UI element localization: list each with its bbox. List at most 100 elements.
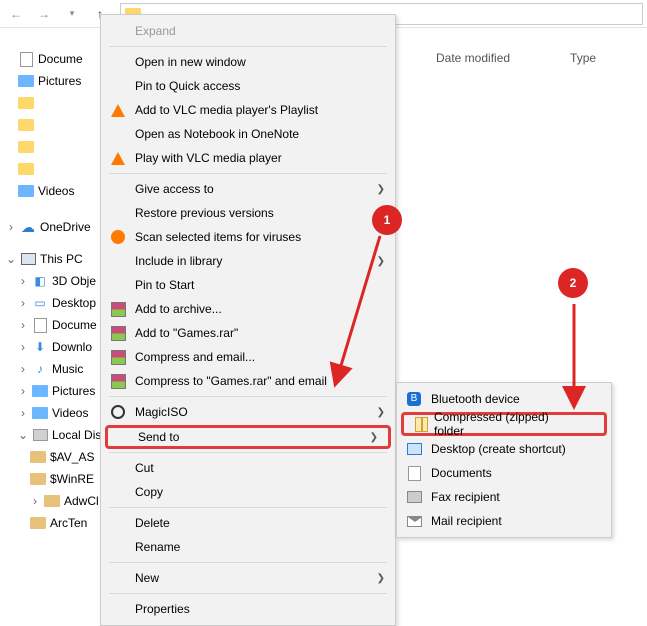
tree-item-videos2[interactable]: ›Videos xyxy=(0,402,100,424)
separator xyxy=(109,452,387,453)
tree-item-winre[interactable]: $WinRE xyxy=(0,468,100,490)
download-icon: ⬇ xyxy=(32,339,48,355)
objects-icon: ◧ xyxy=(32,273,48,289)
sendto-fax[interactable]: Fax recipient xyxy=(397,485,611,509)
ctx-play-vlc[interactable]: Play with VLC media player xyxy=(101,146,395,170)
videos-icon xyxy=(18,185,34,197)
ctx-cut[interactable]: Cut xyxy=(101,456,395,480)
avast-icon xyxy=(111,230,125,244)
tree-item-unnamed-4[interactable] xyxy=(0,158,100,180)
bluetooth-icon: B xyxy=(407,392,421,406)
tree-item-unnamed-2[interactable] xyxy=(0,114,100,136)
zip-icon xyxy=(415,417,428,432)
sendto-mail[interactable]: Mail recipient xyxy=(397,509,611,533)
ctx-give-access[interactable]: Give access to❯ xyxy=(101,177,395,201)
tree-item-arcten[interactable]: ArcTen xyxy=(0,512,100,534)
folder-icon xyxy=(30,517,46,529)
tree-item-unnamed-3[interactable] xyxy=(0,136,100,158)
ctx-restore-versions[interactable]: Restore previous versions xyxy=(101,201,395,225)
tree-item-pictures2[interactable]: ›Pictures xyxy=(0,380,100,402)
sendto-bluetooth[interactable]: BBluetooth device xyxy=(397,387,611,411)
videos-icon xyxy=(32,407,48,419)
separator xyxy=(109,396,387,397)
chevron-right-icon: ❯ xyxy=(370,432,378,443)
vlc-icon xyxy=(111,104,125,117)
ctx-add-archive[interactable]: Add to archive... xyxy=(101,297,395,321)
tree-item-avast[interactable]: $AV_AS xyxy=(0,446,100,468)
tree-item-localdisk[interactable]: ⌄Local Dis xyxy=(0,424,100,446)
separator xyxy=(109,173,387,174)
ctx-pin-start[interactable]: Pin to Start xyxy=(101,273,395,297)
folder-icon xyxy=(30,451,46,463)
ctx-expand: Expand xyxy=(101,19,395,43)
ctx-delete[interactable]: Delete xyxy=(101,511,395,535)
folder-icon xyxy=(44,495,60,507)
ctx-compress-rar-email[interactable]: Compress to "Games.rar" and email xyxy=(101,369,395,393)
tree-item-pictures[interactable]: Pictures xyxy=(0,70,100,92)
separator xyxy=(109,507,387,508)
folder-icon xyxy=(18,141,34,153)
sendto-submenu: BBluetooth device Compressed (zipped) fo… xyxy=(396,382,612,538)
tree-item-desktop[interactable]: ›▭Desktop xyxy=(0,292,100,314)
sendto-compressed-folder[interactable]: Compressed (zipped) folder xyxy=(401,412,607,436)
nav-tree: Docume Pictures Videos ›☁OneDrive ⌄This … xyxy=(0,28,100,571)
chevron-right-icon: ❯ xyxy=(377,407,385,418)
col-date[interactable]: Date modified xyxy=(436,51,510,65)
tree-item-downloads[interactable]: ›⬇Downlo xyxy=(0,336,100,358)
ctx-send-to[interactable]: Send to❯ xyxy=(105,425,391,449)
sendto-documents[interactable]: Documents xyxy=(397,461,611,485)
ctx-properties[interactable]: Properties xyxy=(101,597,395,621)
nav-forward-button: → xyxy=(32,2,56,26)
annotation-badge-1: 1 xyxy=(372,205,402,235)
tree-item-onedrive[interactable]: ›☁OneDrive xyxy=(0,216,100,238)
ctx-new[interactable]: New❯ xyxy=(101,566,395,590)
nav-recent-button[interactable]: ▾ xyxy=(60,2,84,26)
tree-item-videos[interactable]: Videos xyxy=(0,180,100,202)
separator xyxy=(109,562,387,563)
col-type[interactable]: Type xyxy=(570,51,596,65)
ctx-add-vlc-playlist[interactable]: Add to VLC media player's Playlist xyxy=(101,98,395,122)
separator xyxy=(109,593,387,594)
folder-icon xyxy=(30,473,46,485)
tree-item-thispc[interactable]: ⌄This PC xyxy=(0,248,100,270)
chevron-right-icon: ❯ xyxy=(377,256,385,267)
annotation-badge-2: 2 xyxy=(558,268,588,298)
context-menu: Expand Open in new window Pin to Quick a… xyxy=(100,14,396,626)
fax-icon xyxy=(407,491,422,503)
winrar-icon xyxy=(111,374,126,389)
separator xyxy=(109,46,387,47)
folder-icon xyxy=(18,163,34,175)
sendto-desktop-shortcut[interactable]: Desktop (create shortcut) xyxy=(397,437,611,461)
chevron-right-icon: ❯ xyxy=(377,184,385,195)
tree-item-3dobjects[interactable]: ›◧3D Obje xyxy=(0,270,100,292)
tree-item-documents[interactable]: Docume xyxy=(0,48,100,70)
winrar-icon xyxy=(111,302,126,317)
nav-back-button[interactable]: ← xyxy=(4,2,28,26)
winrar-icon xyxy=(111,326,126,341)
ctx-magiciso[interactable]: MagicISO❯ xyxy=(101,400,395,424)
pictures-icon xyxy=(32,385,48,397)
chevron-right-icon: ❯ xyxy=(377,573,385,584)
ctx-scan-viruses[interactable]: Scan selected items for viruses xyxy=(101,225,395,249)
tree-item-adwcl[interactable]: ›AdwCl xyxy=(0,490,100,512)
disk-icon xyxy=(33,429,48,441)
ctx-compress-email[interactable]: Compress and email... xyxy=(101,345,395,369)
music-icon: ♪ xyxy=(32,361,48,377)
ctx-open-onenote[interactable]: Open as Notebook in OneNote xyxy=(101,122,395,146)
pictures-icon xyxy=(18,75,34,87)
list-header: Date modified Type xyxy=(408,44,647,72)
tree-item-unnamed-1[interactable] xyxy=(0,92,100,114)
ctx-pin-quick-access[interactable]: Pin to Quick access xyxy=(101,74,395,98)
ctx-add-rar[interactable]: Add to "Games.rar" xyxy=(101,321,395,345)
tree-item-documents2[interactable]: ›Docume xyxy=(0,314,100,336)
ctx-include-library[interactable]: Include in library❯ xyxy=(101,249,395,273)
magiciso-icon xyxy=(111,405,125,419)
folder-icon xyxy=(18,119,34,131)
tree-item-music[interactable]: ›♪Music xyxy=(0,358,100,380)
winrar-icon xyxy=(111,350,126,365)
pc-icon xyxy=(21,253,36,265)
ctx-open-new-window[interactable]: Open in new window xyxy=(101,50,395,74)
document-icon xyxy=(34,318,47,333)
ctx-rename[interactable]: Rename xyxy=(101,535,395,559)
ctx-copy[interactable]: Copy xyxy=(101,480,395,504)
